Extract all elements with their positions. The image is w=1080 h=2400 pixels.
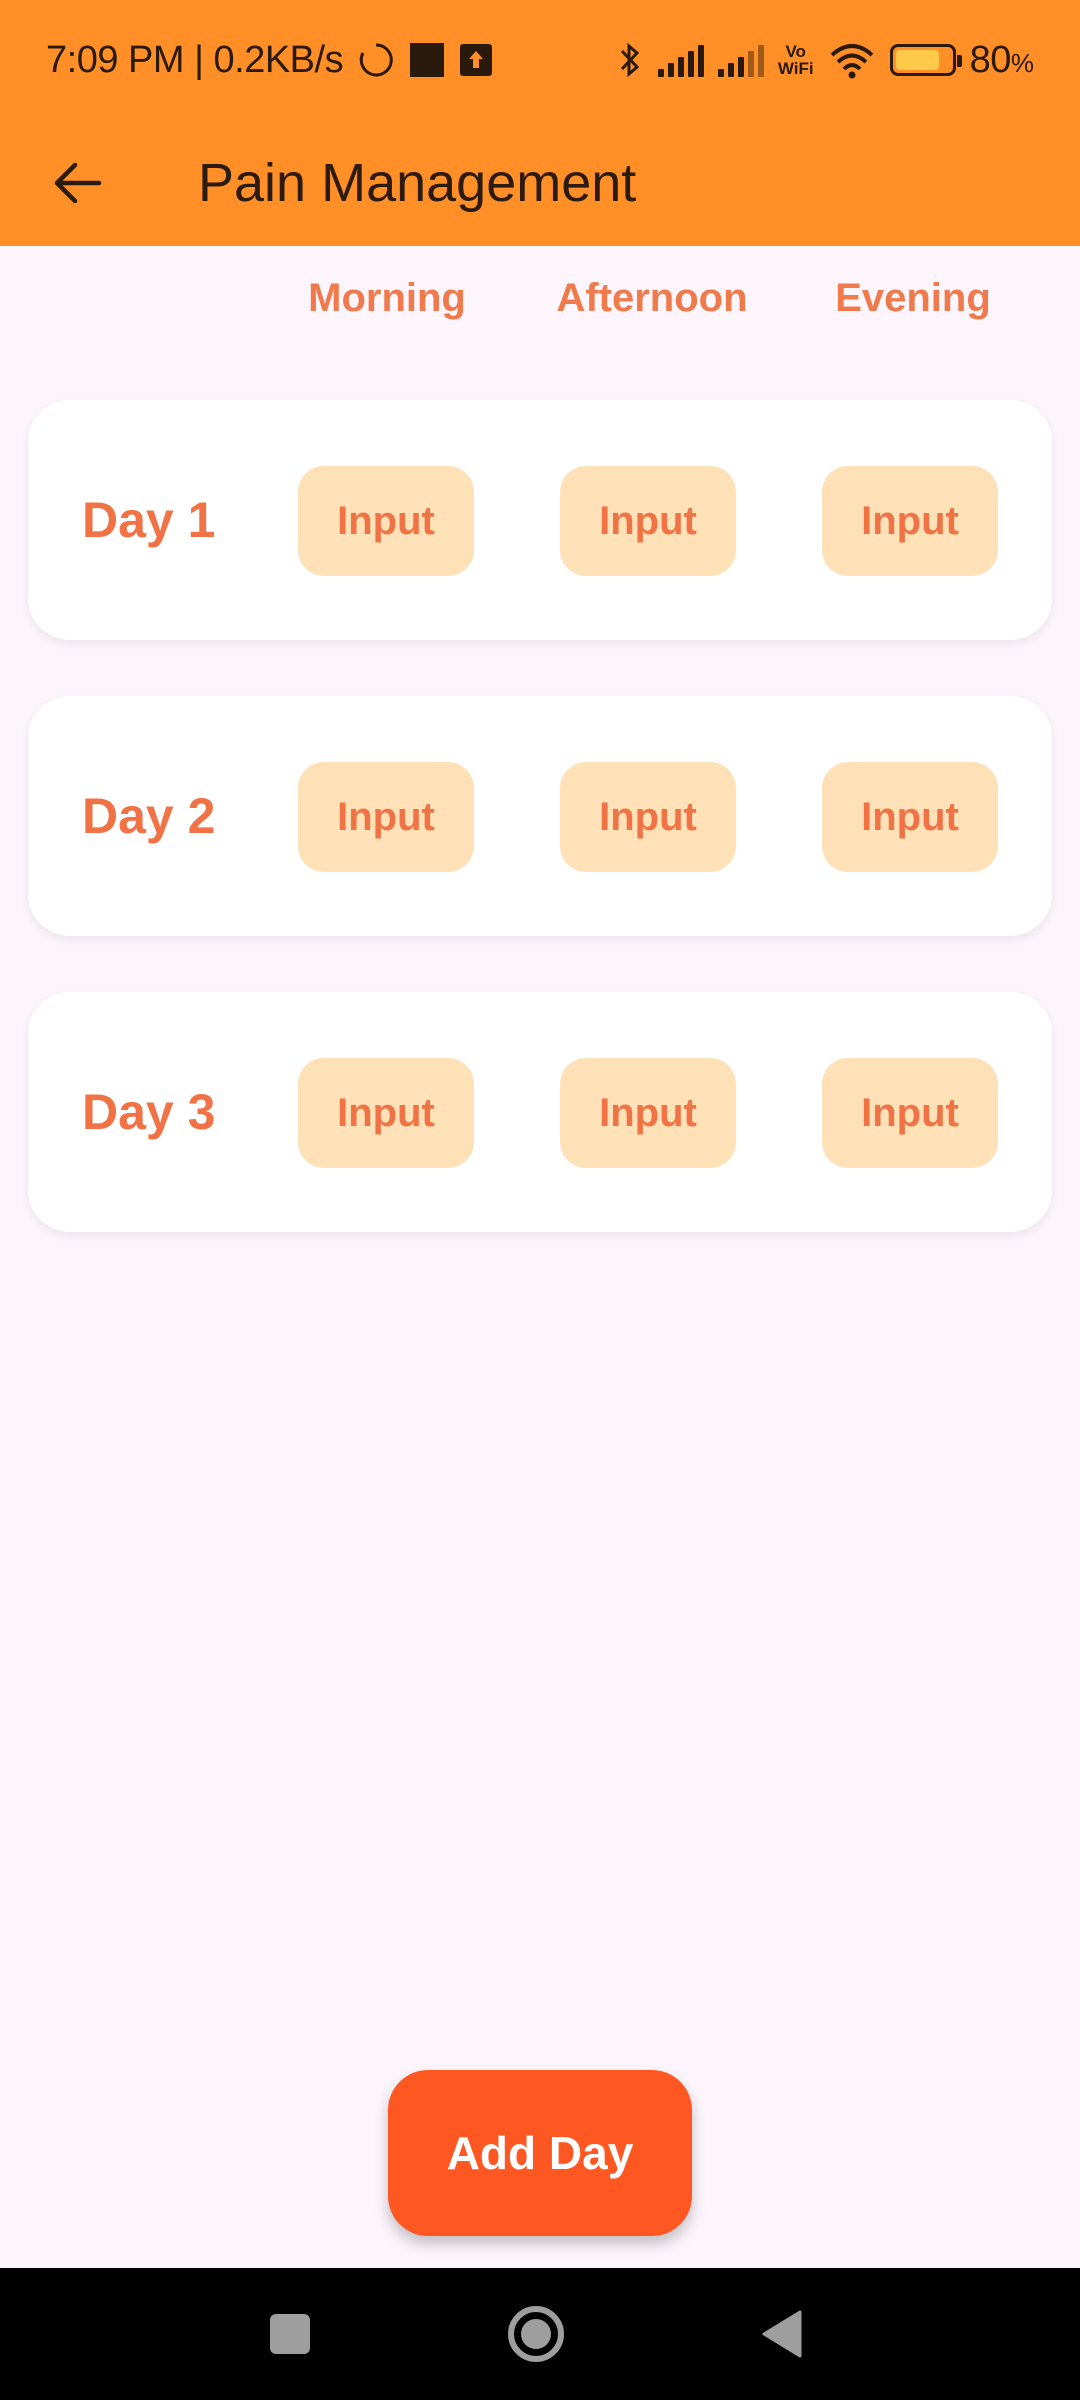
signal-strength-2-icon	[717, 43, 764, 77]
battery-percent-value: 80	[969, 38, 1012, 81]
day-card-3: Day 3 Input Input Input	[28, 992, 1052, 1232]
square-icon	[270, 2314, 310, 2354]
evening-input-button[interactable]: Input	[822, 1058, 998, 1168]
column-headers: Morning Afternoon Evening	[0, 276, 1080, 342]
morning-input-button[interactable]: Input	[298, 1058, 474, 1168]
home-button[interactable]	[466, 2268, 606, 2400]
back-button[interactable]	[32, 138, 122, 228]
day-card-1: Day 1 Input Input Input	[28, 400, 1052, 640]
battery-percent-suffix: %	[1010, 47, 1034, 78]
bluetooth-icon	[616, 40, 644, 80]
day-card-2: Day 2 Input Input Input	[28, 696, 1052, 936]
signal-strength-icon	[657, 43, 704, 77]
triangle-back-icon	[762, 2310, 802, 2358]
square-notification-icon	[409, 42, 445, 78]
battery-level-fill	[895, 50, 939, 70]
afternoon-input-button[interactable]: Input	[560, 1058, 736, 1168]
add-day-button[interactable]: Add Day	[388, 2070, 692, 2236]
loading-circle-icon	[357, 41, 395, 79]
day-label: Day 3	[82, 1084, 216, 1140]
arrow-left-icon	[54, 162, 102, 204]
column-header-evening: Evening	[835, 276, 991, 320]
day-label: Day 2	[82, 788, 216, 844]
column-header-afternoon: Afternoon	[556, 276, 748, 320]
battery-icon	[889, 44, 962, 76]
evening-input-button[interactable]: Input	[822, 466, 998, 576]
vowifi-bottom-text: WiFi	[777, 59, 814, 78]
vowifi-top-text: Vo	[785, 42, 806, 61]
morning-input-button[interactable]: Input	[298, 466, 474, 576]
status-bar: 7:09 PM | 0.2KB/s Vo WiFi 80%	[0, 0, 1080, 120]
upload-notification-icon	[459, 43, 493, 77]
status-time-speed: 7:09 PM | 0.2KB/s	[46, 38, 344, 81]
page-title: Pain Management	[198, 153, 637, 213]
circle-icon	[508, 2306, 564, 2362]
morning-input-button[interactable]: Input	[298, 762, 474, 872]
column-header-morning: Morning	[308, 276, 466, 320]
day-label: Day 1	[82, 492, 216, 548]
battery-percent: 80%	[970, 39, 1034, 82]
vowifi-icon: Vo WiFi	[778, 43, 814, 77]
evening-input-button[interactable]: Input	[822, 762, 998, 872]
header: 7:09 PM | 0.2KB/s Vo WiFi 80% Pain Manag…	[0, 0, 1080, 246]
app-bar: Pain Management	[0, 120, 1080, 246]
navigation-bar	[0, 2268, 1080, 2400]
wifi-icon	[828, 41, 876, 79]
recents-button[interactable]	[220, 2268, 360, 2400]
afternoon-input-button[interactable]: Input	[560, 466, 736, 576]
afternoon-input-button[interactable]: Input	[560, 762, 736, 872]
back-nav-button[interactable]	[712, 2268, 852, 2400]
